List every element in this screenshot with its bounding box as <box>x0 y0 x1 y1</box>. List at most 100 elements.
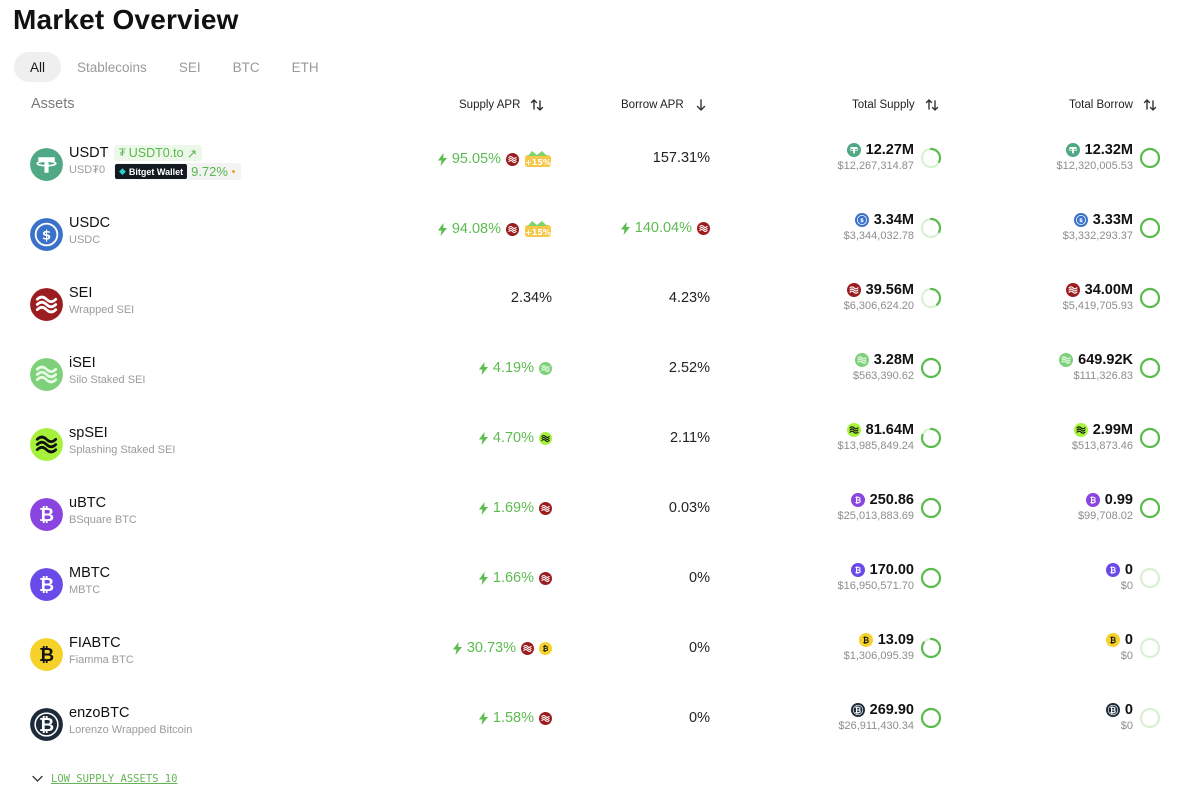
total-supply-usd: $12,267,314.87 <box>837 160 914 172</box>
total-supply-usd: $26,911,430.34 <box>838 720 914 732</box>
svg-text:₿: ₿ <box>39 575 54 596</box>
header-supply-apr[interactable]: Supply APR <box>459 98 544 112</box>
promo-15-icon: +15% <box>524 150 552 168</box>
svg-text:₿: ₿ <box>1110 706 1117 715</box>
borrow-apr-value: 0.03% <box>668 500 710 516</box>
supply-apr-value: 94.08% <box>451 221 501 237</box>
enzobtc-icon: ₿ <box>1105 703 1120 717</box>
total-borrow: ₿ 0 $0 <box>1105 702 1133 732</box>
supply-apr-value: 4.70% <box>492 430 534 446</box>
link-glyph-icon: ₮ <box>119 147 126 159</box>
isei-icon <box>539 361 552 375</box>
borrow-apr-value: 4.23% <box>668 290 710 306</box>
low-supply-assets-toggle[interactable]: LOW SUPPLY ASSETS 10 <box>32 773 177 785</box>
total-borrow: $3.33M $3,332,293.37 <box>1063 212 1133 242</box>
tab-eth[interactable]: ETH <box>276 52 335 82</box>
borrow-apr: 2.52% <box>669 360 710 376</box>
bitget-wallet-logo: ◆ Bitget Wallet <box>115 164 188 179</box>
table-row[interactable]: $ USDC USDC 94.08% +15% 140.04% $3.34M $3,344,0… <box>0 212 1200 288</box>
borrow-apr-value: 2.52% <box>668 360 710 376</box>
total-borrow-usd: $5,419,705.93 <box>1062 300 1133 312</box>
asset-symbol: USDC <box>69 215 111 231</box>
borrow-utilization-ring <box>1139 497 1161 519</box>
wallet-badge[interactable]: ◆ Bitget Wallet 9.72% <box>114 163 241 180</box>
table-row[interactable]: ₿ MBTC MBTC 1.66% 0% ₿ 170.00 $16,950,571.70 ₿ 0 $… <box>0 562 1200 638</box>
header-total-borrow[interactable]: Total Borrow <box>1069 98 1157 112</box>
tab-sei[interactable]: SEI <box>163 52 217 82</box>
svg-text:$: $ <box>42 229 51 244</box>
total-supply-value: 3.34M <box>873 212 914 228</box>
total-supply-usd: $13,985,849.24 <box>837 440 914 452</box>
table-row[interactable]: spSEI Splashing Staked SEI 4.70% 2.11% 81.64… <box>0 422 1200 498</box>
svg-text:₿: ₿ <box>1090 496 1097 505</box>
supply-utilization-ring <box>920 217 942 239</box>
page-title: Market Overview <box>13 4 239 35</box>
sei-icon <box>30 288 63 321</box>
spsei-icon <box>1073 423 1088 437</box>
asset-name: USDC <box>69 234 101 246</box>
borrow-utilization-ring <box>1139 567 1161 589</box>
header-total-supply-label: Total Supply <box>852 99 915 111</box>
isei-icon <box>1059 353 1074 367</box>
supply-utilization-ring <box>920 427 942 449</box>
total-supply: 3.28M $563,390.62 <box>853 352 914 382</box>
supply-utilization-ring <box>920 357 942 379</box>
supply-apr: 2.34% <box>511 290 552 306</box>
fiabtc-icon: ₿ <box>1105 633 1120 647</box>
borrow-apr-value: 0% <box>689 640 710 656</box>
mbtc-icon: ₿ <box>1105 563 1120 577</box>
total-supply-value: 250.86 <box>869 492 914 508</box>
total-supply: ₿ 170.00 $16,950,571.70 <box>838 562 914 592</box>
asset-name: Fiamma BTC <box>69 654 134 666</box>
total-supply-value: 3.28M <box>873 352 914 368</box>
total-supply-value: 39.56M <box>865 282 914 298</box>
borrow-utilization-ring <box>1139 427 1161 449</box>
total-supply-usd: $6,306,624.20 <box>843 300 914 312</box>
total-borrow-value: 0.99 <box>1104 492 1133 508</box>
asset-name: USD₮0 <box>69 164 106 176</box>
supply-apr-value: 2.34% <box>510 290 552 306</box>
total-borrow-value: 0 <box>1124 702 1133 718</box>
header-supply-apr-label: Supply APR <box>459 99 521 111</box>
spsei-icon <box>539 431 552 445</box>
header-borrow-apr[interactable]: Borrow APR <box>621 98 708 112</box>
table-row[interactable]: ₿ FIABTC Fiamma BTC 30.73% ₿ 0% ₿ 13.09 $1,306,0… <box>0 632 1200 708</box>
borrow-apr: 0.03% <box>669 500 710 516</box>
tab-stablecoins[interactable]: Stablecoins <box>61 52 163 82</box>
supply-apr-value: 1.58% <box>492 710 534 726</box>
tether-icon <box>1065 143 1080 157</box>
status-dot <box>231 170 235 173</box>
table-row[interactable]: iSEI Silo Staked SEI 4.19% 2.52% 3.28M $563,3… <box>0 352 1200 428</box>
asset-symbol: enzoBTC <box>69 705 130 721</box>
total-borrow: ₿ 0.99 $99,708.02 <box>1078 492 1133 522</box>
total-borrow-value: 3.33M <box>1092 212 1133 228</box>
usdc-icon: $ <box>30 218 63 251</box>
table-row[interactable]: USDT USD₮0 ₮ USDT0.to ↗ ◆ Bitget Wallet 9.72% 95… <box>0 142 1200 218</box>
sei-icon <box>539 571 552 585</box>
lightning-icon <box>437 152 447 166</box>
borrow-apr-value: 140.04% <box>634 220 692 236</box>
supply-apr: 94.08% +15% <box>437 220 552 238</box>
tab-btc[interactable]: BTC <box>217 52 276 82</box>
supply-apr: 30.73% ₿ <box>452 640 552 656</box>
usdt0-link[interactable]: ₮ USDT0.to ↗ <box>114 145 203 161</box>
table-row[interactable]: ₿ uBTC BSquare BTC 1.69% 0.03% ₿ 250.86 $25,013… <box>0 492 1200 568</box>
total-supply-value: 170.00 <box>869 562 914 578</box>
asset-symbol: USDT <box>69 145 109 161</box>
tab-all[interactable]: All <box>14 52 62 82</box>
asset-symbol: MBTC <box>69 565 111 581</box>
asset-name: Wrapped SEI <box>69 304 135 316</box>
borrow-apr-value: 157.31% <box>652 150 710 166</box>
asset-name: Silo Staked SEI <box>69 374 146 386</box>
isei-icon <box>30 358 63 391</box>
table-row[interactable]: ₿ enzoBTC Lorenzo Wrapped Bitcoin 1.58% 0% ₿ 2… <box>0 702 1200 778</box>
table-row[interactable]: SEI Wrapped SEI 2.34% 4.23% 39.56M $6,306,624… <box>0 282 1200 358</box>
asset-symbol: spSEI <box>69 425 108 441</box>
svg-text:₿: ₿ <box>854 496 861 505</box>
borrow-apr: 0% <box>689 710 710 726</box>
borrow-apr-value: 0% <box>689 710 710 726</box>
header-total-supply[interactable]: Total Supply <box>852 98 939 112</box>
wallet-badge-label: Bitget Wallet <box>128 166 184 177</box>
borrow-apr-value: 0% <box>689 570 710 586</box>
svg-text:+15%: +15% <box>525 228 551 237</box>
